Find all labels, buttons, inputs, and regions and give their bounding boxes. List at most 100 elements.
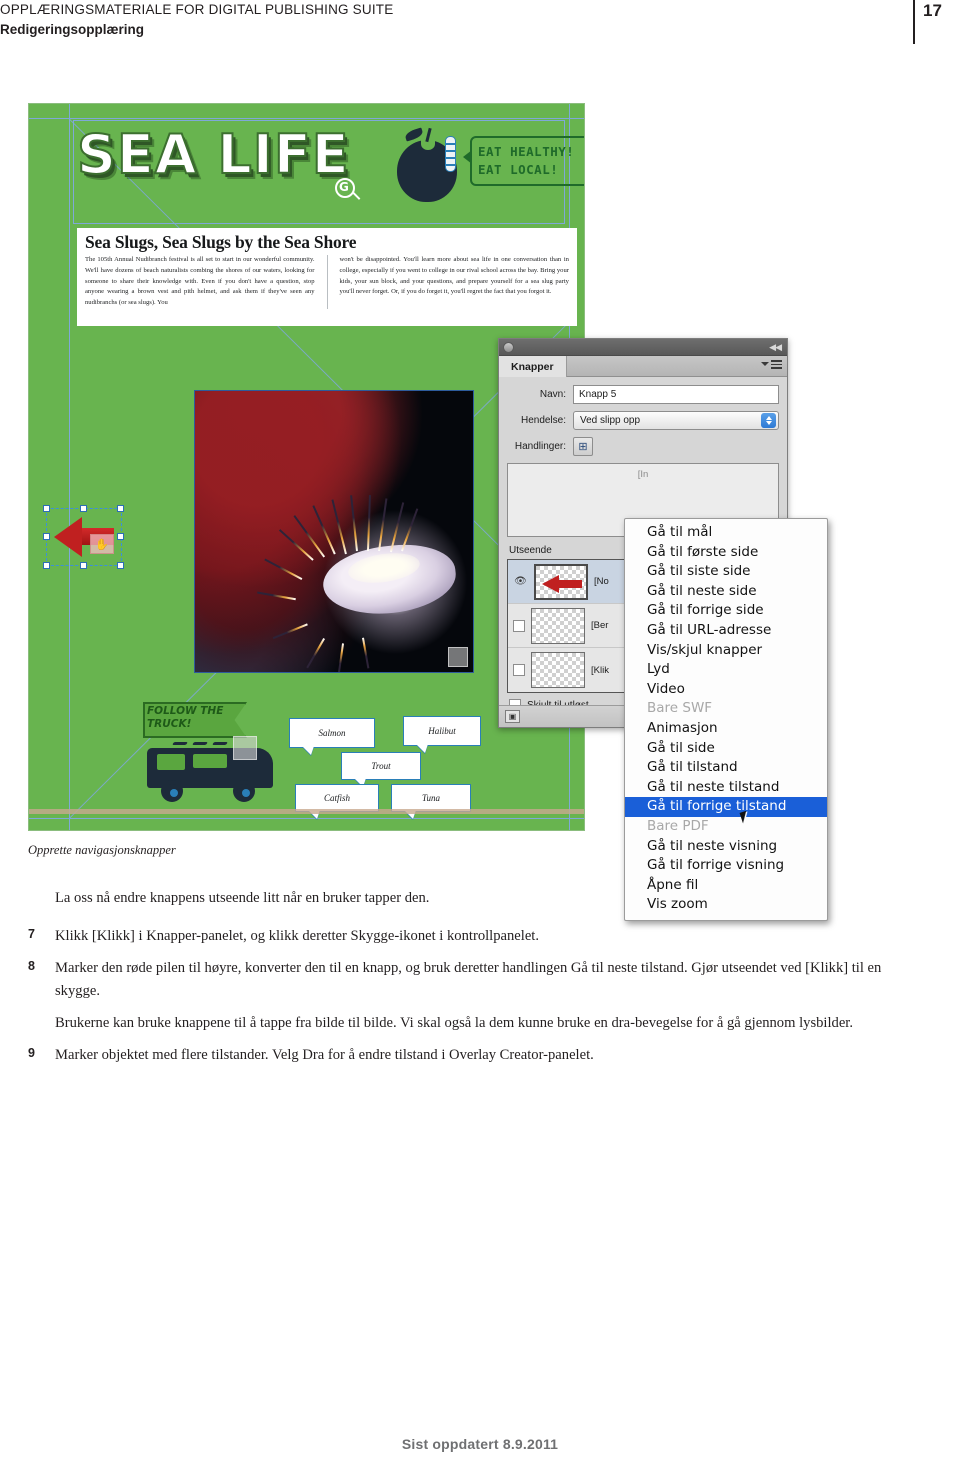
panel-titlebar[interactable]: ◀◀ — [499, 339, 787, 356]
field-row-navn: Navn: Knapp 5 — [507, 385, 779, 404]
selection-handle[interactable] — [80, 562, 87, 569]
close-icon[interactable] — [503, 342, 514, 353]
visibility-checkbox[interactable] — [513, 619, 525, 632]
truck-badge-icon — [233, 736, 257, 760]
article-block: Sea Slugs, Sea Slugs by the Sea Shore Th… — [77, 228, 577, 326]
header-subtitle: Redigeringsopplæring — [0, 22, 145, 37]
worm-icon — [445, 136, 456, 172]
masthead-title: SEA LIFE — [76, 123, 350, 186]
hamburger-icon — [771, 360, 782, 369]
menu-item-ga-til-tilstand[interactable]: Gå til tilstand — [625, 758, 827, 778]
nudibranch-photo-frame — [194, 390, 474, 673]
menu-item-ga-til-forrige-tilstand[interactable]: Gå til forrige tilstand — [625, 797, 827, 817]
selection-handle[interactable] — [43, 533, 50, 540]
panel-menu-icon[interactable] — [761, 360, 782, 369]
header-title: OPPLÆRINGSMATERIALE FOR DIGITAL PUBLISHI… — [0, 2, 394, 17]
truck-icon — [147, 740, 279, 802]
guide-horizontal — [29, 818, 584, 819]
input-navn[interactable]: Knapp 5 — [573, 385, 779, 404]
article-column-left: The 105th Annual Nudibranch festival is … — [85, 256, 315, 306]
menu-item-ga-til-forrige-visning[interactable]: Gå til forrige visning — [625, 856, 827, 876]
menu-header-bare-swf: Bare SWF — [647, 700, 713, 717]
instruction-list: La oss nå endre knappens utseende litt n… — [28, 887, 928, 1076]
tab-knapper[interactable]: Knapper — [499, 356, 567, 377]
callout-box: EAT HEALTHY! EAT LOCAL! — [470, 136, 584, 186]
menu-item-animasjon[interactable]: Animasjon — [625, 719, 827, 739]
visibility-checkbox[interactable] — [513, 664, 525, 676]
photo-badge-icon — [448, 647, 468, 667]
page: OPPLÆRINGSMATERIALE FOR DIGITAL PUBLISHI… — [0, 0, 960, 1468]
field-row-hendelse: Hendelse: Ved slipp opp — [507, 411, 779, 430]
selection-handle[interactable] — [43, 562, 50, 569]
state-thumbnail-rollover — [531, 607, 585, 644]
selection-handle[interactable] — [117, 505, 124, 512]
red-arrow-selection[interactable]: ✋ — [43, 505, 124, 569]
state-label-rollover: [Ber — [591, 620, 609, 631]
fish-button-halibut[interactable]: Halibut — [403, 716, 481, 746]
fish-button-catfish[interactable]: Catfish — [295, 784, 379, 812]
header-divider — [913, 0, 915, 44]
fish-button-trout[interactable]: Trout — [341, 752, 421, 780]
menu-item-vis-skjul-knapper[interactable]: Vis/skjul knapper — [625, 641, 827, 661]
guide-horizontal — [29, 118, 584, 119]
new-state-icon[interactable]: ▣ — [505, 710, 520, 723]
truck-graphic-group: FOLLOW THE TRUCK! Salmon Halibut Trout C… — [137, 700, 481, 812]
label-navn: Navn: — [539, 389, 566, 400]
selection-handle[interactable] — [117, 533, 124, 540]
collapse-icon[interactable]: ◀◀ — [769, 342, 782, 353]
column-divider — [326, 255, 328, 309]
step-intro: La oss nå endre knappens utseende litt n… — [28, 887, 928, 909]
menu-item-lyd[interactable]: Lyd — [625, 660, 827, 680]
step-9-number: 9 — [28, 1045, 35, 1060]
panel-tabbar: Knapper — [499, 356, 787, 377]
figure-caption: Opprette navigasjonsknapper — [28, 843, 176, 857]
menu-item-ga-til-siste-side[interactable]: Gå til siste side — [625, 562, 827, 582]
menu-item-ga-til-url-adresse[interactable]: Gå til URL-adresse — [625, 621, 827, 641]
menu-item-ga-til-side[interactable]: Gå til side — [625, 739, 827, 759]
step-7-text: Klikk [Klikk] i Knapper-panelet, og klik… — [55, 928, 540, 945]
magnifier-glyph: G — [339, 180, 349, 194]
step-8-text: Marker den røde pilen til høyre, konvert… — [55, 960, 882, 999]
field-row-handlinger: Handlinger: ⊞ — [507, 437, 779, 456]
selection-handle[interactable] — [43, 505, 50, 512]
state-thumbnail-normal — [534, 563, 588, 600]
masthead: SEA LIFE G EAT HEALTHY! EAT LOCAL! — [76, 122, 584, 212]
menu-item-ga-til-forrige-side[interactable]: Gå til forrige side — [625, 601, 827, 621]
select-hendelse-value: Ved slipp opp — [580, 415, 641, 426]
actions-dropdown-menu[interactable]: Gå til mål Gå til første side Gå til sis… — [624, 518, 828, 921]
step-9: 9 Marker objektet med flere tilstander. … — [28, 1044, 928, 1066]
menu-item-ga-til-neste-visning[interactable]: Gå til neste visning — [625, 837, 827, 857]
state-label-normal: [No — [594, 576, 609, 587]
step-8-number: 8 — [28, 959, 35, 974]
select-hendelse[interactable]: Ved slipp opp — [573, 411, 779, 430]
menu-item-ga-til-neste-tilstand[interactable]: Gå til neste tilstand — [625, 778, 827, 798]
road-line — [29, 809, 584, 814]
state-thumbnail-click — [531, 652, 585, 688]
article-column-right: won't be disappointed. You'll learn more… — [339, 256, 569, 296]
fish-button-salmon[interactable]: Salmon — [289, 718, 375, 748]
callout-text: EAT HEALTHY! EAT LOCAL! — [478, 144, 575, 178]
stepper-icon[interactable] — [761, 413, 776, 428]
page-number: 17 — [923, 1, 942, 20]
menu-item-video[interactable]: Video — [625, 680, 827, 700]
menu-item-ga-til-forste-side[interactable]: Gå til første side — [625, 543, 827, 563]
page-header: OPPLÆRINGSMATERIALE FOR DIGITAL PUBLISHI… — [0, 0, 960, 52]
nudibranch-photo — [194, 390, 474, 673]
fish-button-tuna[interactable]: Tuna — [391, 784, 471, 812]
label-handlinger: Handlinger: — [514, 441, 566, 452]
menu-item-ga-til-neste-side[interactable]: Gå til neste side — [625, 582, 827, 602]
label-hendelse: Hendelse: — [520, 415, 566, 426]
selection-handle[interactable] — [117, 562, 124, 569]
selection-dashes — [46, 508, 122, 566]
step-note-text: Brukerne kan bruke knappene til å tappe … — [55, 1014, 854, 1031]
step-8: 8 Marker den røde pilen til høyre, konve… — [28, 957, 928, 1001]
follow-truck-text: FOLLOW THE TRUCK! — [147, 705, 224, 731]
step-intro-text: La oss nå endre knappens utseende litt n… — [55, 890, 430, 906]
step-9-text: Marker objektet med flere tilstander. Ve… — [55, 1046, 594, 1063]
selection-handle[interactable] — [80, 505, 87, 512]
step-7: 7 Klikk [Klikk] i Knapper-panelet, og kl… — [28, 925, 928, 947]
eye-icon[interactable]: 👁 — [513, 574, 528, 589]
step-note: Brukerne kan bruke knappene til å tappe … — [28, 1012, 928, 1034]
add-action-icon[interactable]: ⊞ — [573, 437, 593, 456]
menu-item-ga-til-mal[interactable]: Gå til mål — [625, 523, 827, 543]
